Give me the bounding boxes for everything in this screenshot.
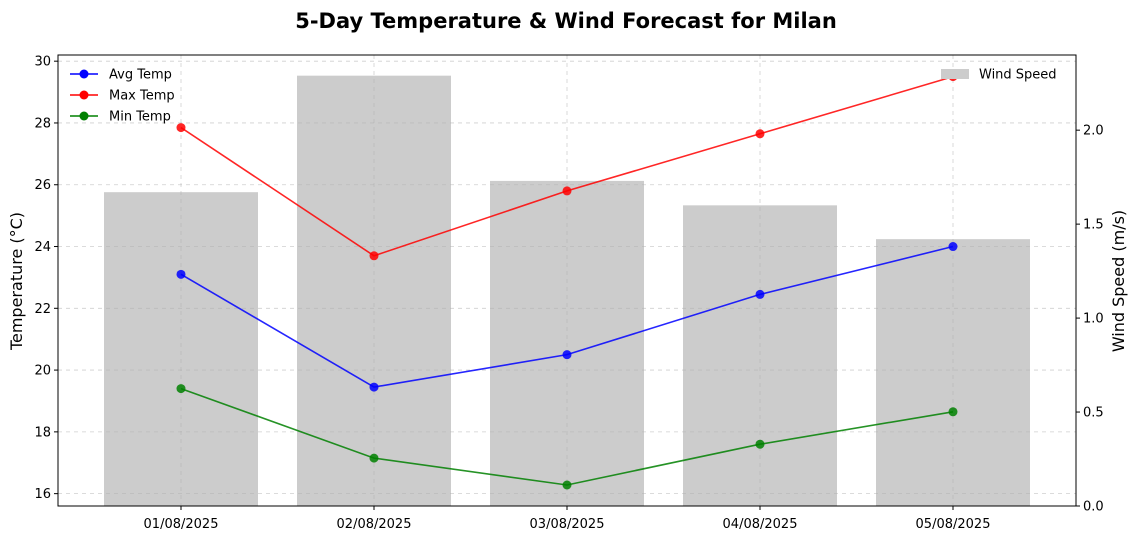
legend-bar-swatch [941,69,969,79]
legend-label: Avg Temp [109,68,172,83]
y-right-tick-label: 0.5 [1083,406,1104,421]
y-left-tick-label: 16 [34,487,51,502]
min-temp-point [369,453,379,463]
legend-temperature: Avg Temp Max Temp Min Temp [70,68,175,125]
min-temp-point [755,439,765,449]
max-temp-point [369,251,379,261]
max-temp-point [176,123,186,133]
x-tick-label: 03/08/2025 [530,517,605,532]
max-temp-point [755,129,765,139]
avg-temp-point [562,350,572,360]
legend-marker [79,69,89,79]
max-temp-point [562,186,572,196]
avg-temp-point [755,289,765,299]
x-axis-ticks: 01/08/2025 02/08/2025 03/08/2025 04/08/2025… [144,506,991,532]
x-tick-label: 01/08/2025 [144,517,219,532]
legend-label: Min Temp [109,110,171,125]
y-right-tick-label: 1.0 [1083,312,1104,327]
legend-marker [79,111,89,121]
y-left-tick-label: 30 [34,55,51,70]
y-axis-right-ticks: 0.0 0.5 1.0 1.5 2.0 [1076,124,1104,515]
y-right-tick-label: 2.0 [1083,124,1104,139]
min-temp-point [176,384,186,394]
y-axis-label-right: Wind Speed (m/s) [1109,210,1128,352]
min-temp-point [562,480,572,490]
y-left-tick-label: 26 [34,178,51,193]
y-right-tick-label: 0.0 [1083,500,1104,515]
x-tick-label: 04/08/2025 [723,517,798,532]
y-right-tick-label: 1.5 [1083,218,1104,233]
avg-temp-point [948,242,958,252]
x-tick-label: 05/08/2025 [916,517,991,532]
x-tick-label: 02/08/2025 [337,517,412,532]
y-left-tick-label: 22 [34,302,51,317]
legend-marker [79,90,89,100]
chart-title: 5-Day Temperature & Wind Forecast for Mi… [295,9,837,33]
avg-temp-point [369,382,379,392]
chart: 5-Day Temperature & Wind Forecast for Mi… [7,9,1128,532]
y-left-tick-label: 18 [34,425,51,440]
legend-wind: Wind Speed [941,68,1057,83]
y-axis-left-ticks: 16 18 20 22 24 26 28 30 [34,55,58,502]
y-left-tick-label: 28 [34,116,51,131]
y-left-tick-label: 20 [34,364,51,379]
legend-label: Max Temp [109,89,175,104]
min-temp-point [948,407,958,417]
y-axis-label-left: Temperature (°C) [7,212,26,351]
legend-label: Wind Speed [979,68,1057,83]
avg-temp-point [176,269,186,279]
y-left-tick-label: 24 [34,240,51,255]
